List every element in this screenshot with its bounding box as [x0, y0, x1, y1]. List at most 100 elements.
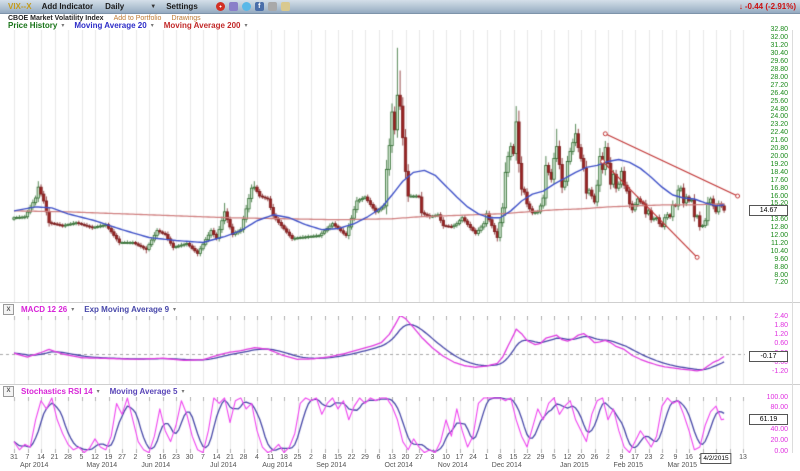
stoch-caret-icon[interactable]: ▾ [97, 388, 100, 395]
ma200-caret-icon[interactable]: ▾ [245, 22, 248, 29]
toolbar: VIX--X Add Indicator Daily ▼ Settings f … [0, 0, 800, 14]
date-axis-month-label: May 2014 [86, 462, 117, 470]
ma200-legend[interactable]: Moving Average 200 [164, 21, 241, 30]
date-axis-day-label: 7 [201, 454, 205, 461]
macd-axis-label: 0.60 [746, 340, 788, 348]
stoch-pane-header: X Stochastics RSI 14▾ Moving Average 5▾ [0, 384, 800, 397]
timeframe-select[interactable]: Daily [105, 2, 124, 11]
macd-legend[interactable]: MACD 12 26 [21, 305, 67, 314]
price-axis-label: 26.40 [746, 90, 788, 98]
macd-signal-caret-icon[interactable]: ▾ [173, 306, 176, 313]
date-axis-day-label: 2 [606, 454, 610, 461]
current-date-box: 4/2/2015 [700, 453, 731, 464]
date-axis-day-label: 1 [485, 454, 489, 461]
price-history-caret-icon[interactable]: ▾ [61, 22, 64, 29]
date-axis-month-label: Nov 2014 [438, 462, 468, 470]
date-axis-day-label: 14 [213, 454, 221, 461]
price-axis-label: 13.60 [746, 216, 788, 224]
macd-signal-legend[interactable]: Exp Moving Average 9 [84, 305, 169, 314]
down-arrow-icon: ↓ [739, 2, 743, 11]
date-axis-month-label: Oct 2014 [385, 462, 413, 470]
stoch-legend[interactable]: Stochastics RSI 14 [21, 387, 93, 396]
last-price-box: 14.67 [749, 205, 788, 216]
date-axis-day-label: 3 [431, 454, 435, 461]
price-axis-label: 7.20 [746, 279, 788, 287]
date-axis-month-label: Aug 2014 [262, 462, 292, 470]
change-text: -0.44 (-2.91%) [745, 2, 796, 11]
date-axis-day-label: 20 [402, 454, 410, 461]
macd-axis-label: 1.20 [746, 331, 788, 339]
facebook-icon[interactable]: f [255, 2, 264, 11]
date-axis-day-label: 21 [51, 454, 59, 461]
stoch-axis-label: 40.00 [746, 426, 788, 434]
date-axis-day-label: 19 [105, 454, 113, 461]
date-axis-day-label: 16 [685, 454, 693, 461]
date-axis-month-label: Jan 2015 [560, 462, 589, 470]
timeframe-caret-icon[interactable]: ▼ [150, 4, 156, 10]
price-axis-label: 27.20 [746, 82, 788, 90]
blocks-icon[interactable] [229, 2, 238, 11]
date-axis-day-label: 9 [147, 454, 151, 461]
date-axis-day-label: 26 [591, 454, 599, 461]
date-axis-day-label: 13 [739, 454, 747, 461]
price-axis-label: 30.40 [746, 50, 788, 58]
stoch-close-button[interactable]: X [3, 386, 14, 397]
symbol-label[interactable]: VIX--X [8, 2, 32, 11]
macd-close-button[interactable]: X [3, 304, 14, 315]
price-axis-label: 19.20 [746, 161, 788, 169]
date-axis-day-label: 11 [267, 454, 274, 461]
price-axis-label: 24.80 [746, 106, 788, 114]
date-axis-day-label: 27 [415, 454, 423, 461]
price-axis-label: 18.40 [746, 169, 788, 177]
date-axis-month-label: Sep 2014 [316, 462, 346, 470]
add-indicator-button[interactable]: Add Indicator [42, 2, 94, 11]
camera-icon[interactable] [268, 2, 277, 11]
price-axis-label: 20.00 [746, 153, 788, 161]
ma20-legend[interactable]: Moving Average 20 [74, 21, 146, 30]
twitter-icon[interactable] [242, 2, 251, 11]
date-axis-day-label: 12 [564, 454, 572, 461]
date-axis-day-label: 30 [186, 454, 194, 461]
stoch-value-box: 61.19 [749, 414, 788, 425]
price-axis-label: 22.40 [746, 129, 788, 137]
change-indicator: ↓ -0.44 (-2.91%) [739, 2, 796, 11]
date-axis-day-label: 22 [348, 454, 356, 461]
date-axis-day-label: 28 [64, 454, 72, 461]
alert-icon[interactable] [216, 2, 225, 11]
date-axis-day-label: 5 [552, 454, 556, 461]
date-axis: 3171421285121927291623307142128411182528… [0, 453, 800, 471]
price-axis-label: 28.00 [746, 74, 788, 82]
date-axis-day-label: 8 [323, 454, 327, 461]
price-axis-label: 10.40 [746, 248, 788, 256]
stoch-ma-caret-icon[interactable]: ▾ [181, 388, 184, 395]
axis-edge-divider [792, 30, 793, 453]
date-axis-day-label: 2 [309, 454, 313, 461]
price-axis-label: 20.80 [746, 145, 788, 153]
settings-button[interactable]: Settings [166, 2, 198, 11]
toolbar-icons: f [216, 2, 290, 11]
blog-icon[interactable] [281, 2, 290, 11]
price-axis-label: 24.00 [746, 113, 788, 121]
date-axis-month-label: Mar 2015 [667, 462, 697, 470]
stoch-ma-legend[interactable]: Moving Average 5 [110, 387, 178, 396]
date-axis-month-label: Apr 2014 [20, 462, 48, 470]
price-axis-label: 21.60 [746, 137, 788, 145]
price-chart[interactable] [0, 30, 745, 302]
date-axis-day-label: 13 [388, 454, 396, 461]
chart-window: VIX--X Add Indicator Daily ▼ Settings f … [0, 0, 800, 471]
price-history-legend[interactable]: Price History [8, 21, 57, 30]
date-axis-day-label: 7 [26, 454, 30, 461]
macd-axis-label: 1.80 [746, 322, 788, 330]
macd-chart[interactable] [0, 316, 745, 384]
date-axis-day-label: 15 [510, 454, 518, 461]
price-axis-label: 9.60 [746, 256, 788, 264]
price-axis-label: 29.60 [746, 58, 788, 66]
date-axis-day-label: 17 [456, 454, 464, 461]
price-axis-label: 16.00 [746, 193, 788, 201]
date-axis-month-label: Dec 2014 [492, 462, 522, 470]
ma20-caret-icon[interactable]: ▾ [151, 22, 154, 29]
macd-caret-icon[interactable]: ▾ [71, 306, 74, 313]
date-axis-day-label: 5 [80, 454, 84, 461]
date-axis-day-label: 6 [377, 454, 381, 461]
stoch-chart[interactable] [0, 397, 745, 453]
